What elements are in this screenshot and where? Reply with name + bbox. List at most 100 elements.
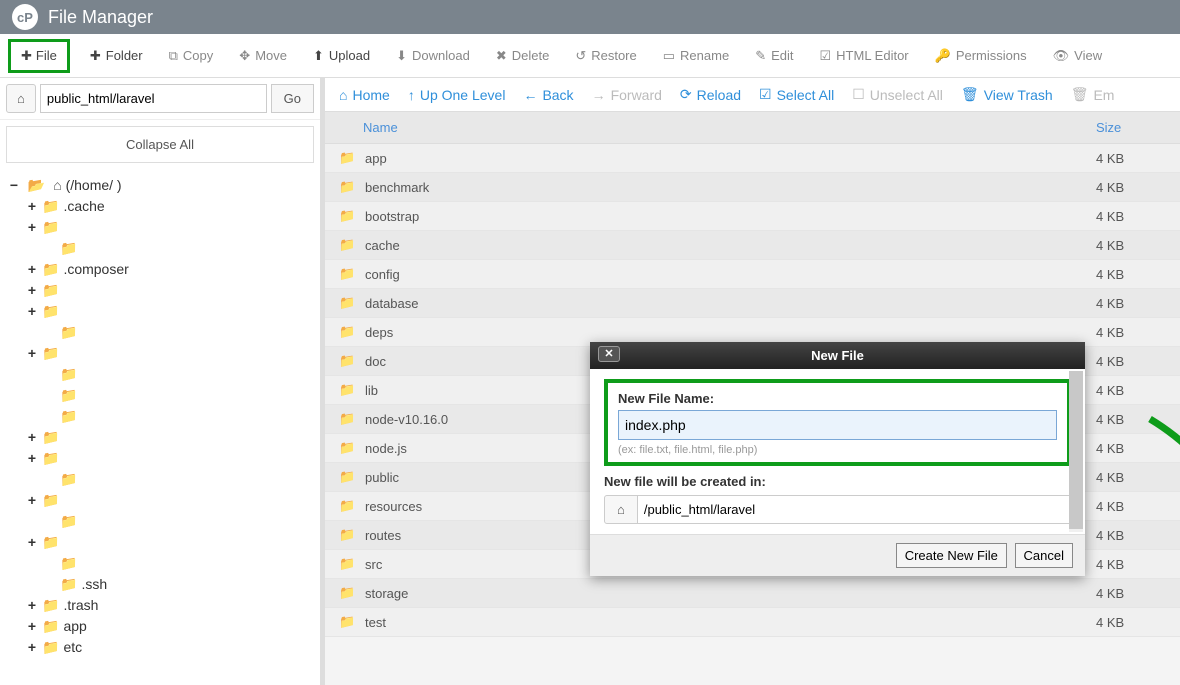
- folder-icon: 📁: [339, 469, 359, 485]
- reload-button[interactable]: ⟳Reload: [680, 86, 741, 103]
- main-toolbar: ✚File ✚Folder ⧉Copy ✥Move ⬆Upload ⬇Downl…: [0, 34, 1180, 78]
- modal-title-text: New File: [811, 348, 864, 363]
- expand-icon[interactable]: +: [26, 345, 38, 361]
- home-path-button[interactable]: ⌂: [604, 495, 638, 524]
- delete-button[interactable]: ✖Delete: [490, 44, 555, 68]
- unselect-all-button[interactable]: ☐Unselect All: [852, 86, 943, 103]
- file-row[interactable]: 📁config4 KB: [325, 260, 1180, 289]
- file-size: 4 KB: [1096, 499, 1166, 514]
- filename-label: New File Name:: [618, 391, 1057, 406]
- upload-button[interactable]: ⬆Upload: [307, 44, 376, 68]
- up-one-level-button[interactable]: ↑Up One Level: [408, 86, 506, 103]
- tree-root[interactable]: − 📂 ⌂ (/home/ ): [8, 175, 312, 196]
- folder-icon: 📁: [42, 345, 59, 361]
- column-name[interactable]: Name: [363, 120, 1096, 135]
- filename-hint: (ex: file.txt, file.html, file.php): [618, 444, 1057, 456]
- create-new-file-button[interactable]: Create New File: [896, 543, 1007, 568]
- folder-icon: 📁: [42, 198, 59, 214]
- expand-icon[interactable]: +: [26, 639, 38, 655]
- tree-node[interactable]: 📁: [8, 406, 312, 427]
- home-button[interactable]: ⌂Home: [339, 86, 390, 103]
- path-input[interactable]: [40, 84, 267, 113]
- up-icon: ↑: [408, 87, 415, 103]
- tree-node[interactable]: +📁: [8, 217, 312, 238]
- file-row[interactable]: 📁benchmark4 KB: [325, 173, 1180, 202]
- tree-node[interactable]: 📁: [8, 385, 312, 406]
- collapse-icon[interactable]: −: [8, 177, 20, 193]
- new-folder-button[interactable]: ✚Folder: [84, 44, 149, 68]
- tree-node[interactable]: +📁: [8, 490, 312, 511]
- expand-icon[interactable]: +: [26, 282, 38, 298]
- file-row[interactable]: 📁cache4 KB: [325, 231, 1180, 260]
- home-path-button[interactable]: ⌂: [6, 84, 36, 113]
- go-button[interactable]: Go: [271, 84, 314, 113]
- tree-node[interactable]: +📁.cache: [8, 196, 312, 217]
- expand-icon[interactable]: +: [26, 198, 38, 214]
- expand-icon[interactable]: +: [26, 219, 38, 235]
- expand-icon[interactable]: +: [26, 429, 38, 445]
- file-size: 4 KB: [1096, 586, 1166, 601]
- download-button[interactable]: ⬇Download: [390, 44, 476, 68]
- rename-button[interactable]: ▭Rename: [657, 44, 735, 68]
- expand-icon[interactable]: +: [26, 261, 38, 277]
- collapse-all-button[interactable]: Collapse All: [6, 126, 314, 163]
- file-row[interactable]: 📁bootstrap4 KB: [325, 202, 1180, 231]
- folder-icon: 📁: [339, 295, 359, 311]
- close-icon[interactable]: ✕: [598, 346, 620, 362]
- filename-input[interactable]: [618, 410, 1057, 440]
- tree-node[interactable]: +📁: [8, 532, 312, 553]
- view-button[interactable]: 👁View: [1047, 44, 1108, 68]
- back-button[interactable]: ←Back: [523, 86, 573, 103]
- tree-node[interactable]: +📁.composer: [8, 259, 312, 280]
- folder-tree[interactable]: − 📂 ⌂ (/home/ ) +📁.cache+📁 📁 +📁.composer…: [0, 169, 320, 685]
- file-row[interactable]: 📁test4 KB: [325, 608, 1180, 637]
- tree-node[interactable]: +📁.trash: [8, 595, 312, 616]
- restore-button[interactable]: ↺Restore: [569, 44, 642, 68]
- scrollbar-thumb[interactable]: [1069, 371, 1083, 529]
- copy-button[interactable]: ⧉Copy: [163, 44, 220, 68]
- tree-node[interactable]: +📁: [8, 301, 312, 322]
- cancel-button[interactable]: Cancel: [1015, 543, 1073, 568]
- tree-node[interactable]: +📁: [8, 448, 312, 469]
- view-trash-button[interactable]: 🗑View Trash: [961, 86, 1053, 103]
- new-file-modal: ✕ New File New File Name: (ex: file.txt,…: [590, 342, 1085, 576]
- modal-titlebar[interactable]: ✕ New File: [590, 342, 1085, 369]
- tree-node[interactable]: +📁: [8, 280, 312, 301]
- file-row[interactable]: 📁storage4 KB: [325, 579, 1180, 608]
- tree-node[interactable]: +📁: [8, 343, 312, 364]
- expand-icon[interactable]: +: [26, 597, 38, 613]
- download-icon: ⬇: [396, 48, 407, 64]
- permissions-button[interactable]: 🔑Permissions: [929, 44, 1033, 68]
- expand-icon[interactable]: +: [26, 450, 38, 466]
- tree-node[interactable]: +📁app: [8, 616, 312, 637]
- tree-node[interactable]: +📁etc: [8, 637, 312, 658]
- tree-node[interactable]: +📁: [8, 427, 312, 448]
- column-size[interactable]: Size: [1096, 120, 1166, 135]
- tree-node[interactable]: 📁: [8, 553, 312, 574]
- tree-node[interactable]: 📁: [8, 322, 312, 343]
- folder-icon: 📁: [339, 498, 359, 514]
- rename-icon: ▭: [663, 48, 675, 64]
- tree-node[interactable]: 📁.ssh: [8, 574, 312, 595]
- html-editor-button[interactable]: ☑HTML Editor: [814, 44, 915, 68]
- empty-trash-button[interactable]: 🗑Em: [1071, 86, 1115, 103]
- move-button[interactable]: ✥Move: [233, 44, 293, 68]
- expand-icon[interactable]: +: [26, 618, 38, 634]
- expand-icon[interactable]: +: [26, 534, 38, 550]
- upload-icon: ⬆: [313, 48, 324, 64]
- tree-node[interactable]: 📁: [8, 238, 312, 259]
- folder-icon: 📁: [60, 240, 77, 256]
- tree-node[interactable]: 📁: [8, 511, 312, 532]
- select-all-button[interactable]: ☑Select All: [759, 86, 834, 103]
- expand-icon[interactable]: +: [26, 492, 38, 508]
- file-row[interactable]: 📁app4 KB: [325, 144, 1180, 173]
- tree-node[interactable]: 📁: [8, 469, 312, 490]
- edit-button[interactable]: ✎Edit: [749, 44, 799, 68]
- expand-icon[interactable]: +: [26, 303, 38, 319]
- file-row[interactable]: 📁database4 KB: [325, 289, 1180, 318]
- created-path-input[interactable]: [638, 495, 1071, 524]
- folder-icon: 📁: [60, 471, 77, 487]
- new-file-button[interactable]: ✚File: [8, 39, 70, 73]
- tree-node[interactable]: 📁: [8, 364, 312, 385]
- forward-button[interactable]: →Forward: [592, 86, 662, 103]
